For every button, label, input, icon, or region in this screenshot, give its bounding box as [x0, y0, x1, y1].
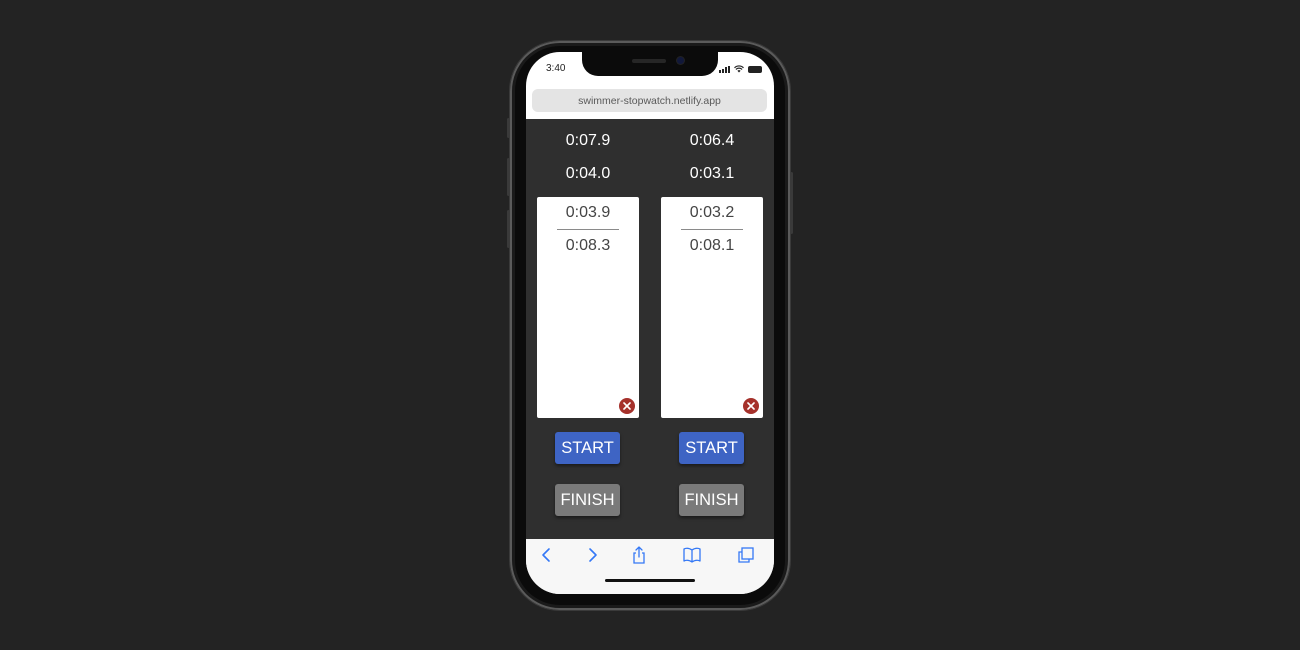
status-time: 3:40 [546, 63, 566, 74]
current-split-time: 0:04.0 [565, 165, 611, 182]
url-text: swimmer-stopwatch.netlify.app [578, 94, 721, 107]
lap-entry: 0:03.9 [557, 197, 619, 230]
notch [582, 52, 718, 76]
battery-icon [748, 66, 762, 73]
url-bar[interactable]: swimmer-stopwatch.netlify.app [532, 89, 767, 112]
close-icon [623, 402, 631, 410]
signal-icon [719, 66, 730, 73]
wifi-icon [734, 65, 744, 73]
speaker [632, 59, 666, 63]
start-button[interactable]: START [679, 432, 744, 464]
share-icon[interactable] [629, 545, 649, 565]
camera-icon [677, 57, 684, 64]
total-time: 0:07.9 [565, 132, 611, 149]
home-indicator[interactable] [605, 579, 695, 582]
lap-entry: 0:08.1 [689, 237, 735, 254]
finish-button[interactable]: FINISH [555, 484, 620, 516]
browser-toolbar [526, 539, 774, 594]
power-button [790, 172, 793, 234]
lap-entry: 0:03.2 [681, 197, 743, 230]
forward-icon[interactable] [582, 545, 602, 565]
phone-screen: 3:40 swimmer-stopwatch.netlify.app 0:07.… [526, 52, 774, 594]
stopwatch-app: 0:07.9 0:04.0 0:03.9 0:08.3 START FINISH… [526, 119, 774, 539]
status-icons [719, 65, 762, 73]
tabs-icon[interactable] [736, 545, 756, 565]
current-split-time: 0:03.1 [689, 165, 735, 182]
clear-laps-button[interactable] [619, 398, 635, 414]
laps-list: 0:03.2 0:08.1 [661, 197, 763, 418]
total-time: 0:06.4 [689, 132, 735, 149]
start-button[interactable]: START [555, 432, 620, 464]
status-bar: 3:40 [526, 52, 774, 86]
lap-entry: 0:08.3 [565, 237, 611, 254]
laps-list: 0:03.9 0:08.3 [537, 197, 639, 418]
back-icon[interactable] [537, 545, 557, 565]
clear-laps-button[interactable] [743, 398, 759, 414]
stage: 3:40 swimmer-stopwatch.netlify.app 0:07.… [0, 0, 1300, 650]
bookmarks-icon[interactable] [682, 545, 702, 565]
close-icon [747, 402, 755, 410]
finish-button[interactable]: FINISH [679, 484, 744, 516]
